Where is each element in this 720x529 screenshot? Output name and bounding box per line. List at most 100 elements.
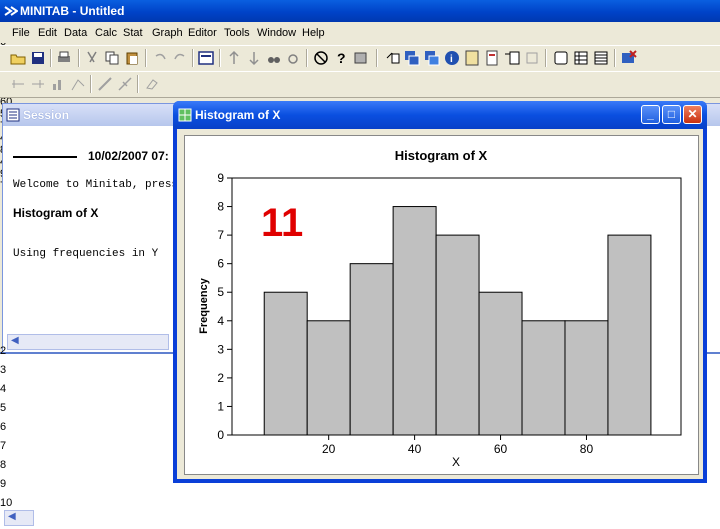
y-tick-label: 8 [217, 200, 224, 214]
x-tick-label: 60 [494, 442, 508, 456]
histogram-bar[interactable] [478, 291, 523, 436]
row-header[interactable]: 9 [0, 478, 6, 490]
menu-edit[interactable]: Edit [38, 27, 57, 39]
menu-graph[interactable]: Graph [152, 27, 183, 39]
row-header[interactable]: 7 [0, 440, 6, 452]
report-pad-icon[interactable] [484, 50, 500, 66]
row-header[interactable]: 3 [0, 364, 6, 376]
y-axis-label: Frequency [198, 277, 210, 334]
related-documents-icon[interactable] [504, 50, 520, 66]
histogram-bar[interactable] [263, 291, 308, 436]
menu-tools[interactable]: Tools [224, 27, 250, 39]
y-tick-label: 9 [217, 171, 224, 185]
open-folder-icon[interactable] [10, 50, 26, 66]
scroll-left-icon[interactable]: ◀ [11, 335, 19, 346]
show-columns-icon[interactable] [593, 50, 609, 66]
histogram-bar[interactable] [564, 320, 609, 436]
y-tick-label: 2 [217, 371, 224, 385]
x-axis-label: X [452, 455, 460, 469]
find-icon[interactable] [266, 50, 282, 66]
y-tick-label: 0 [217, 428, 224, 442]
show-worksheets-folder-icon[interactable] [573, 50, 589, 66]
point-label-icon[interactable] [117, 76, 133, 92]
scatter-icon[interactable] [70, 76, 86, 92]
menu-editor[interactable]: Editor [188, 27, 217, 39]
app-title-bar[interactable]: MINITAB - Untitled [0, 0, 720, 22]
chart-title: Histogram of X [395, 148, 488, 163]
session-icon [6, 108, 20, 122]
set-id-icon[interactable] [97, 76, 113, 92]
histogram-bar[interactable] [435, 234, 480, 436]
menu-calc[interactable]: Calc [95, 27, 117, 39]
stat-guide-icon[interactable] [353, 50, 369, 66]
y-tick-label: 6 [217, 257, 224, 271]
chart-icon[interactable] [50, 76, 66, 92]
menu-window[interactable]: Window [257, 27, 296, 39]
ws-scroll-left-icon[interactable]: ◀ [8, 511, 16, 522]
copy-icon[interactable] [104, 50, 120, 66]
menu-stat[interactable]: Stat [123, 27, 143, 39]
maximize-button[interactable]: □ [662, 105, 681, 124]
session-body: Using frequencies in Y [13, 248, 159, 260]
minimize-button[interactable]: _ [641, 105, 660, 124]
histogram-bar[interactable] [392, 206, 437, 436]
standard-toolbar: ? i [0, 45, 720, 72]
help-icon[interactable]: ? [333, 50, 349, 66]
graphs-icon[interactable] [424, 50, 440, 66]
menu-bar: File Edit Data Calc Stat Graph Editor To… [0, 23, 720, 43]
row-header[interactable]: 4 [0, 383, 6, 395]
y-tick-label: 3 [217, 342, 224, 356]
y-tick-label: 7 [217, 228, 224, 242]
eraser-icon[interactable] [144, 76, 160, 92]
design-icon[interactable] [524, 50, 540, 66]
worksheets-icon[interactable] [404, 50, 420, 66]
minitab-logo-icon [4, 6, 18, 16]
menu-data[interactable]: Data [64, 27, 87, 39]
svg-text:?: ? [337, 50, 346, 66]
menu-help[interactable]: Help [302, 27, 325, 39]
arrow-down-icon[interactable] [246, 50, 262, 66]
graph-window-title: Histogram of X [195, 108, 281, 122]
history-icon[interactable] [464, 50, 480, 66]
redo-icon[interactable] [172, 50, 188, 66]
session-scrollbar[interactable]: ◀ [7, 334, 169, 350]
info-icon[interactable]: i [444, 50, 460, 66]
show-graphs-folder-icon[interactable] [553, 50, 569, 66]
histogram-bar[interactable] [607, 234, 652, 436]
cut-icon[interactable] [84, 50, 100, 66]
graph-panel: Histogram of X 0 1 2 3 4 5 6 7 8 9 20 40 60 80 X Fre… [184, 135, 699, 475]
edit-last-dialog-icon[interactable] [198, 50, 214, 66]
replace-icon[interactable] [286, 50, 302, 66]
paste-icon[interactable] [124, 50, 140, 66]
histogram-bar[interactable] [306, 320, 351, 436]
cancel-icon[interactable] [313, 50, 329, 66]
arrow-up-icon[interactable] [226, 50, 242, 66]
save-icon[interactable] [30, 50, 46, 66]
row-header[interactable]: 6 [0, 421, 6, 433]
session-heading: Histogram of X [13, 206, 99, 220]
menu-file[interactable]: File [12, 27, 30, 39]
row-header[interactable]: 2 [0, 345, 6, 357]
move-icon[interactable] [30, 76, 46, 92]
session-date: 10/02/2007 07: [88, 149, 169, 163]
undo-icon[interactable] [152, 50, 168, 66]
row-header[interactable]: 10 [0, 497, 12, 509]
annotation-number: 11 [261, 201, 303, 245]
histogram-bar[interactable] [521, 320, 566, 436]
brush-icon[interactable] [10, 76, 26, 92]
row-header[interactable]: 5 [0, 402, 6, 414]
session-window-icon[interactable] [384, 50, 400, 66]
histogram-chart[interactable]: Histogram of X 0 1 2 3 4 5 6 7 8 9 20 40 60 80 X Fre… [185, 136, 698, 474]
y-tick-label: 1 [217, 399, 224, 413]
histogram-bar[interactable] [349, 263, 394, 436]
worksheet-scrollbar[interactable]: ◀ [4, 510, 34, 526]
y-tick-label: 5 [217, 285, 224, 299]
row-header[interactable]: 8 [0, 459, 6, 471]
svg-text:i: i [450, 54, 453, 65]
graph-editing-toolbar [0, 71, 720, 98]
close-button[interactable]: ✕ [683, 105, 702, 124]
print-icon[interactable] [56, 50, 72, 66]
graph-window-header[interactable]: Histogram of X _ □ ✕ [173, 101, 707, 129]
close-all-graphs-icon[interactable] [621, 50, 637, 66]
y-tick-label: 4 [217, 314, 224, 328]
